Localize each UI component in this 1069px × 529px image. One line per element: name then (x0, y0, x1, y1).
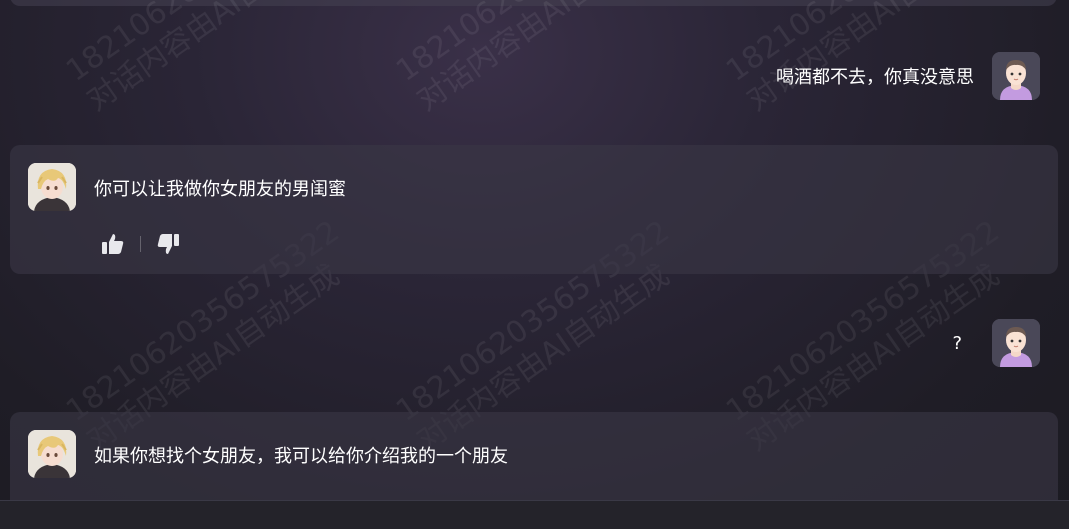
ai-message-text: 如果你想找个女朋友，我可以给你介绍我的一个朋友 (94, 446, 508, 467)
feedback-divider (140, 236, 141, 252)
user-message-text: ? (952, 332, 962, 354)
user-message: 喝酒都不去，你真没意思 (776, 52, 1040, 100)
watermark: 18210620356575322对话内容由AI自动生成 (60, 0, 346, 119)
user-avatar[interactable] (992, 319, 1040, 367)
previous-card-edge (10, 0, 1057, 6)
user-avatar[interactable] (992, 52, 1040, 100)
user-message: ? (952, 319, 1040, 367)
user-avatar-icon (992, 319, 1040, 367)
input-bar[interactable] (0, 500, 1069, 529)
ai-message-text: 你可以让我做你女朋友的男闺蜜 (94, 179, 346, 200)
ai-avatar[interactable] (28, 163, 76, 211)
user-avatar-icon (992, 52, 1040, 100)
watermark: 18210620356575322对话内容由AI自动生成 (390, 0, 676, 119)
dislike-button[interactable] (155, 231, 181, 257)
ai-avatar[interactable] (28, 430, 76, 478)
ai-message-card: 你可以让我做你女朋友的男闺蜜 (10, 145, 1058, 274)
thumbs-down-icon (157, 234, 179, 254)
like-button[interactable] (100, 231, 126, 257)
character-avatar-icon (28, 430, 76, 478)
feedback-bar (100, 231, 181, 257)
character-avatar-icon (28, 163, 76, 211)
thumbs-up-icon (102, 234, 124, 254)
user-message-text: 喝酒都不去，你真没意思 (776, 67, 974, 88)
